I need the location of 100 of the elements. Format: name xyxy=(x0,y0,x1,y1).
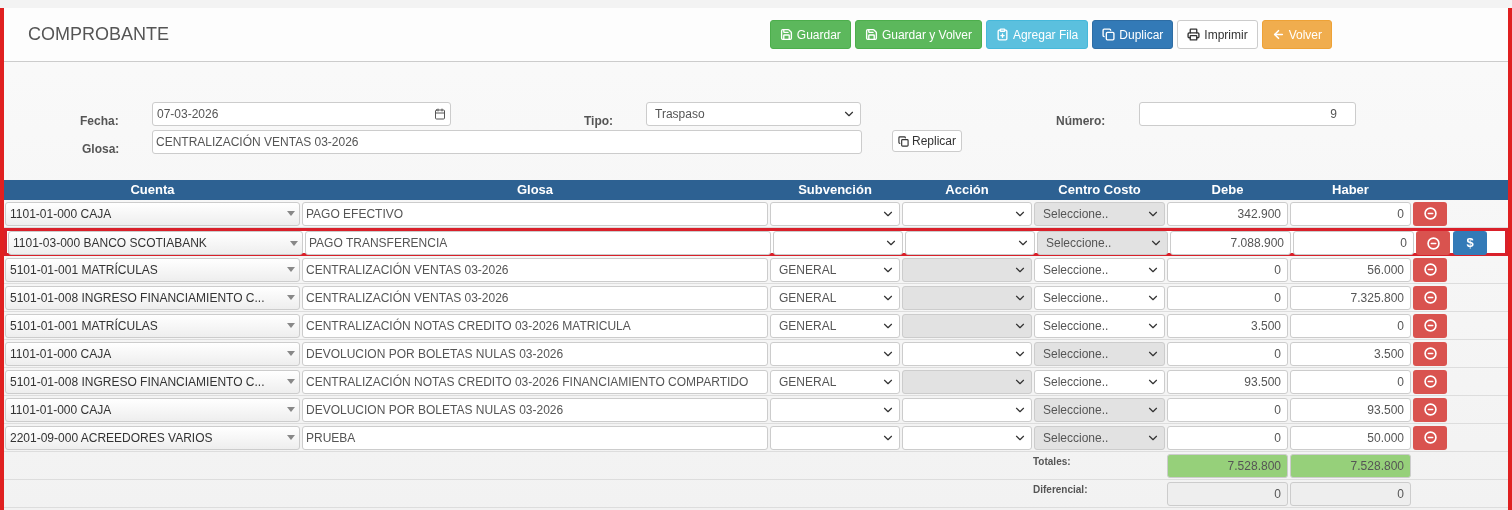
description-field[interactable]: PRUEBA xyxy=(302,425,768,450)
column-header: Subvención xyxy=(797,181,873,200)
subsidy-select[interactable]: GENERAL xyxy=(770,369,900,394)
credit-field[interactable]: 7.325.800 xyxy=(1290,285,1411,310)
dropdown-triangle-icon xyxy=(287,211,295,216)
number-field[interactable]: 9 xyxy=(1139,102,1356,126)
copy-icon xyxy=(1102,28,1116,41)
clipboard-icon xyxy=(995,28,1009,41)
description-field[interactable]: DEVOLUCION POR BOLETAS NULAS 03-2026 xyxy=(302,397,768,422)
dropdown-triangle-icon xyxy=(287,267,295,272)
save-icon xyxy=(864,28,878,41)
subsidy-select[interactable] xyxy=(770,397,900,422)
summary-label: Totales: xyxy=(1033,455,1072,469)
account-select[interactable]: 5101-01-001 MATRÍCULAS xyxy=(5,257,300,282)
summary-label: Diferencial: xyxy=(1033,483,1089,497)
account-select[interactable]: 5101-01-008 INGRESO FINANCIAMIENTO C... xyxy=(5,285,300,310)
debit-field[interactable]: 0 xyxy=(1167,257,1288,282)
subsidy-select[interactable] xyxy=(770,425,900,450)
account-select[interactable]: 1101-01-000 CAJA xyxy=(5,397,300,422)
action-select[interactable] xyxy=(902,397,1032,422)
debit-field[interactable]: 3.500 xyxy=(1167,313,1288,338)
minus-circle-icon xyxy=(1423,291,1437,304)
field-label: Glosa: xyxy=(82,141,120,158)
account-select[interactable]: 2201-09-000 ACREEDORES VARIOS xyxy=(5,425,300,450)
remove-row-button[interactable] xyxy=(1413,201,1447,226)
account-select[interactable]: 5101-01-001 MATRÍCULAS xyxy=(5,313,300,338)
description-field[interactable]: CENTRALIZACIÓN VENTAS 03-2026 xyxy=(302,285,768,310)
toolbar-button[interactable]: Duplicar xyxy=(1092,20,1174,49)
minus-circle-icon xyxy=(1423,403,1437,416)
debit-field[interactable]: 7.088.900 xyxy=(1170,231,1291,255)
minus-circle-icon xyxy=(1426,236,1440,250)
account-select[interactable]: 1101-03-000 BANCO SCOTIABANK xyxy=(8,231,303,255)
column-header: Centro Costo xyxy=(1057,181,1142,200)
description-field[interactable]: DEVOLUCION POR BOLETAS NULAS 03-2026 xyxy=(302,341,768,366)
debit-field[interactable]: 0 xyxy=(1167,425,1288,450)
calendar-icon xyxy=(434,108,446,120)
field-label: Número: xyxy=(1056,113,1106,130)
cost-center-select[interactable]: Seleccione.. xyxy=(1034,369,1165,394)
subsidy-select[interactable]: GENERAL xyxy=(770,285,900,310)
dropdown-triangle-icon xyxy=(287,351,295,356)
replicate-button[interactable]: Replicar xyxy=(892,130,962,152)
credit-field[interactable]: 0 xyxy=(1290,369,1411,394)
cost-center-select[interactable]: Seleccione.. xyxy=(1034,313,1165,338)
credit-field[interactable]: 93.500 xyxy=(1290,397,1411,422)
remove-row-button[interactable] xyxy=(1413,341,1447,366)
description-field[interactable]: CENTRALIZACIÓN NOTAS CREDITO 03-2026 FINANCIAMIENTO COMPARTIDO xyxy=(302,369,768,394)
credit-field[interactable]: 50.000 xyxy=(1290,425,1411,450)
summary-credit: 0 xyxy=(1290,481,1411,506)
credit-field[interactable]: 0 xyxy=(1290,313,1411,338)
save-icon xyxy=(779,28,793,41)
action-select[interactable] xyxy=(902,341,1032,366)
description-field[interactable]: CENTRALIZACIÓN VENTAS 03-2026 xyxy=(302,257,768,282)
credit-field[interactable]: 0 xyxy=(1290,201,1411,226)
subsidy-select[interactable] xyxy=(773,231,903,255)
column-header: Debe xyxy=(1210,181,1245,200)
debit-field[interactable]: 0 xyxy=(1167,341,1288,366)
description-field[interactable]: CENTRALIZACIÓN VENTAS 03-2026 xyxy=(152,130,862,154)
remove-row-button[interactable] xyxy=(1413,397,1447,422)
dropdown-triangle-icon xyxy=(287,379,295,384)
type-select[interactable]: Traspaso xyxy=(646,102,861,126)
action-select[interactable] xyxy=(902,425,1032,450)
account-select[interactable]: 5101-01-008 INGRESO FINANCIAMIENTO C... xyxy=(5,369,300,394)
cost-center-select[interactable]: Seleccione.. xyxy=(1034,285,1165,310)
subsidy-select[interactable] xyxy=(770,201,900,226)
action-select[interactable] xyxy=(902,201,1032,226)
minus-circle-icon xyxy=(1423,207,1437,220)
debit-field[interactable]: 0 xyxy=(1167,397,1288,422)
subsidy-select[interactable]: GENERAL xyxy=(770,313,900,338)
summary-debit: 7.528.800 xyxy=(1167,453,1288,478)
field-label: Fecha: xyxy=(80,113,119,130)
credit-field[interactable]: 56.000 xyxy=(1290,257,1411,282)
column-header: Cuenta xyxy=(129,181,176,200)
debit-field[interactable]: 93.500 xyxy=(1167,369,1288,394)
remove-row-button[interactable] xyxy=(1413,425,1447,450)
dropdown-triangle-icon xyxy=(290,240,298,246)
debit-field[interactable]: 342.900 xyxy=(1167,201,1288,226)
date-field[interactable]: 07-03-2026 xyxy=(152,102,451,126)
payment-button[interactable]: $ xyxy=(1453,231,1487,255)
account-select[interactable]: 1101-01-000 CAJA xyxy=(5,201,300,226)
minus-circle-icon xyxy=(1423,319,1437,332)
description-field[interactable]: PAGO TRANSFERENCIA xyxy=(305,231,771,255)
remove-row-button[interactable] xyxy=(1413,257,1447,282)
description-field[interactable]: PAGO EFECTIVO xyxy=(302,201,768,226)
credit-field[interactable]: 3.500 xyxy=(1290,341,1411,366)
action-select[interactable] xyxy=(905,231,1035,255)
remove-row-button[interactable] xyxy=(1413,285,1447,310)
remove-row-button[interactable] xyxy=(1413,313,1447,338)
account-select[interactable]: 1101-01-000 CAJA xyxy=(5,341,300,366)
toolbar-button[interactable]: Imprimir xyxy=(1177,20,1258,49)
subsidy-select[interactable]: GENERAL xyxy=(770,257,900,282)
summary-debit: 0 xyxy=(1167,481,1288,506)
credit-field[interactable]: 0 xyxy=(1293,231,1414,255)
description-field[interactable]: CENTRALIZACIÓN NOTAS CREDITO 03-2026 MATRICULA xyxy=(302,313,768,338)
printer-icon xyxy=(1187,28,1201,41)
debit-field[interactable]: 0 xyxy=(1167,285,1288,310)
dropdown-triangle-icon xyxy=(287,435,295,440)
remove-row-button[interactable] xyxy=(1416,231,1450,255)
cost-center-select[interactable]: Seleccione.. xyxy=(1034,257,1165,282)
remove-row-button[interactable] xyxy=(1413,369,1447,394)
subsidy-select[interactable] xyxy=(770,341,900,366)
